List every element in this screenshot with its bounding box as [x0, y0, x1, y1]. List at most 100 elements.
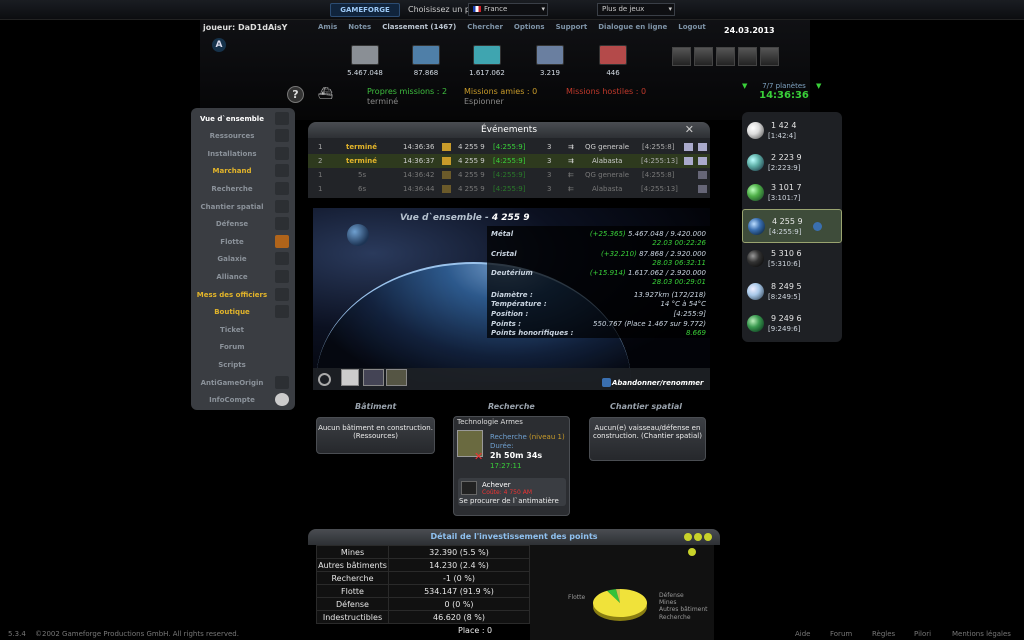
hostile-missions[interactable]: Missions hostiles : 0 — [566, 87, 646, 96]
overview-icon[interactable] — [275, 112, 289, 125]
installations-icon[interactable] — [275, 147, 289, 160]
event-row[interactable]: 1 terminé 14:36:36 4 255 9 [4:255:9] 3 ⇉ QG gen… — [308, 140, 710, 154]
friendly-missions[interactable]: Missions amies : 0 — [464, 87, 537, 96]
engineer-icon[interactable] — [716, 47, 735, 66]
toggle-icon[interactable] — [684, 533, 692, 541]
planet-item[interactable]: 1 42 4 [1:42:4] — [742, 114, 842, 148]
item-icon[interactable] — [386, 369, 407, 386]
officers-icon[interactable] — [275, 288, 289, 301]
nav-friends[interactable]: Amis — [318, 23, 337, 31]
planet-item-selected[interactable]: 4 255 9 [4:255:9] — [742, 209, 842, 243]
alliance-icon[interactable] — [275, 270, 289, 283]
event-row[interactable]: 2 terminé 14:36:37 4 255 9 [4:255:9] 3 ⇉ Alabas… — [308, 154, 710, 168]
country-select[interactable]: France ▾ — [468, 3, 548, 16]
menu-fleet[interactable]: Flotte — [191, 233, 295, 250]
menu-infocompte[interactable]: InfoCompte — [191, 391, 295, 408]
admiral-icon[interactable] — [694, 47, 713, 66]
menu-antigame[interactable]: AntiGameOrigin — [191, 374, 295, 391]
mail-icon[interactable] — [698, 171, 707, 179]
menu-alliance[interactable]: Alliance — [191, 268, 295, 285]
item-icon[interactable] — [363, 369, 384, 386]
research-name: Technologie Armes — [457, 418, 523, 426]
resource-metal[interactable]: 5.467.048 — [340, 45, 390, 77]
resource-crystal[interactable]: 87.868 — [401, 45, 451, 77]
research-icon[interactable] — [275, 182, 289, 195]
merchant-icon[interactable] — [275, 164, 289, 177]
commander-icon[interactable] — [672, 47, 691, 66]
toggle-icon[interactable] — [694, 533, 702, 541]
resource-deuterium[interactable]: 1.617.062 — [462, 45, 512, 77]
menu-defense[interactable]: Défense — [191, 215, 295, 232]
footer-help[interactable]: Aide — [795, 630, 810, 638]
building-queue[interactable]: Aucun bâtiment en construction. (Ressour… — [316, 417, 435, 454]
footer-rules[interactable]: Règles — [872, 630, 895, 638]
menu-ticket[interactable]: Ticket — [191, 321, 295, 338]
get-antimatter-link[interactable]: Se procurer de l`antimatière — [459, 497, 569, 505]
planet-item[interactable]: 3 101 7 [3:101:7] — [742, 176, 842, 210]
menu-forum[interactable]: Forum — [191, 338, 295, 355]
resources-icon[interactable] — [275, 129, 289, 142]
arrow-down-icon[interactable]: ▼ — [742, 82, 747, 90]
menu-resources[interactable]: Ressources — [191, 127, 295, 144]
menu-scripts[interactable]: Scripts — [191, 356, 295, 373]
cancel-icon[interactable]: ✕ — [474, 450, 483, 463]
planet-item[interactable]: 8 249 5 [8:249:5] — [742, 275, 842, 309]
ogame-logo-icon[interactable]: A — [212, 38, 226, 52]
nav-search[interactable]: Chercher — [467, 23, 503, 31]
galaxy-icon[interactable] — [275, 252, 289, 265]
nav-chat[interactable]: Dialogue en ligne — [598, 23, 667, 31]
nav-support[interactable]: Support — [556, 23, 588, 31]
footer-forum[interactable]: Forum — [830, 630, 852, 638]
arrow-down-icon[interactable]: ▼ — [816, 82, 821, 90]
menu-shipyard[interactable]: Chantier spatial — [191, 198, 295, 215]
gameforge-logo[interactable]: GAMEFORGE — [330, 3, 400, 17]
abandon-rename-link[interactable]: Abandonner/renommer — [612, 379, 703, 387]
geologist-icon[interactable] — [738, 47, 757, 66]
footer-legal[interactable]: Mentions légales — [952, 630, 1011, 638]
planet-item[interactable]: 5 310 6 [5:310:6] — [742, 242, 842, 276]
send-message-icon[interactable] — [684, 143, 693, 151]
event-row[interactable]: 1 6s 14:36:44 4 255 9 [4:255:9] 3 ⇇ Alabasta [4:… — [308, 182, 710, 196]
toggle-icon[interactable] — [704, 533, 712, 541]
gear-icon[interactable] — [318, 373, 331, 386]
infocompte-icon[interactable] — [275, 393, 289, 406]
planet-item[interactable]: 9 249 6 [9:249:6] — [742, 307, 842, 341]
own-missions[interactable]: Propres missions : 2 — [367, 87, 447, 96]
nav-ranking[interactable]: Classement (1467) — [382, 23, 456, 31]
dark-matter-icon — [461, 481, 477, 495]
shipyard-queue[interactable]: Aucun(e) vaisseau/défense en constructio… — [589, 417, 706, 461]
mail-icon[interactable] — [698, 185, 707, 193]
abandon-icon[interactable] — [602, 378, 611, 387]
notes-icon[interactable] — [341, 369, 359, 386]
menu-overview[interactable]: Vue d`ensemble — [191, 110, 295, 127]
mail-icon[interactable] — [698, 143, 707, 151]
nav-notes[interactable]: Notes — [348, 23, 371, 31]
close-icon[interactable]: ✕ — [685, 122, 694, 138]
footer-pillory[interactable]: Pilori — [914, 630, 931, 638]
mail-icon[interactable] — [698, 157, 707, 165]
nav-options[interactable]: Options — [514, 23, 545, 31]
nav-logout[interactable]: Logout — [678, 23, 705, 31]
defense-icon[interactable] — [275, 217, 289, 230]
planet-item[interactable]: 2 223 9 [2:223:9] — [742, 146, 842, 180]
menu-installations[interactable]: Installations — [191, 145, 295, 162]
more-games-select[interactable]: Plus de jeux ▾ — [597, 3, 675, 16]
menu-galaxy[interactable]: Galaxie — [191, 250, 295, 267]
resource-energy[interactable]: 3.219 — [525, 45, 575, 77]
moon-icon[interactable] — [813, 222, 822, 231]
menu-research[interactable]: Recherche — [191, 180, 295, 197]
antigame-icon[interactable] — [275, 376, 289, 389]
fleet-icon[interactable] — [275, 235, 289, 248]
moon-image[interactable] — [347, 224, 369, 246]
fleet-movement-icon[interactable]: ⛴ — [318, 86, 333, 100]
send-message-icon[interactable] — [684, 157, 693, 165]
help-icon[interactable]: ? — [287, 86, 304, 103]
technocrat-icon[interactable] — [760, 47, 779, 66]
menu-officers[interactable]: Mess des officiers — [191, 286, 295, 303]
menu-shop[interactable]: Boutique — [191, 303, 295, 320]
menu-merchant[interactable]: Marchand — [191, 162, 295, 179]
event-row[interactable]: 1 5s 14:36:42 4 255 9 [4:255:9] 3 ⇇ QG generale… — [308, 168, 710, 182]
resource-dark-matter[interactable]: 446 — [588, 45, 638, 77]
shop-icon[interactable] — [275, 305, 289, 318]
shipyard-icon[interactable] — [275, 200, 289, 213]
